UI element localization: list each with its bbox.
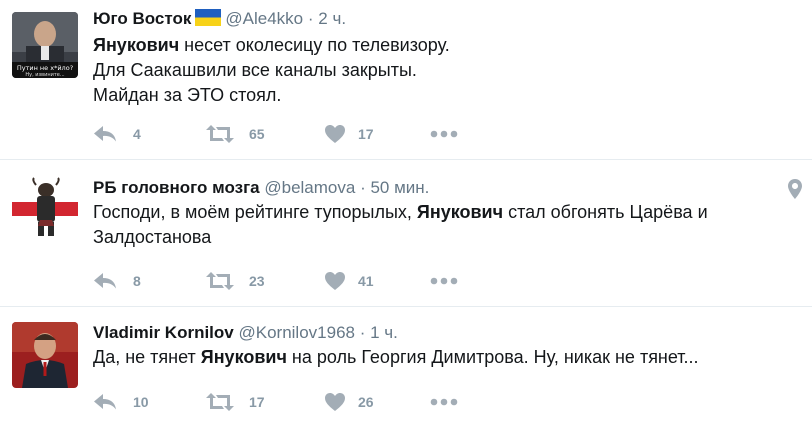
tweet-content: РБ головного мозга @belamova · 50 мин. Г… bbox=[93, 177, 796, 250]
location-pin-icon[interactable] bbox=[788, 179, 802, 204]
avatar-caption-2: Ну, извините... bbox=[25, 72, 65, 78]
tweet-text-line: Да, не тянет Янукович на роль Георгия Ди… bbox=[93, 345, 796, 370]
text-segment: на роль Георгия Димитрова. Ну, никак не … bbox=[286, 347, 699, 367]
tweet-text: Да, не тянет Янукович на роль Георгия Ди… bbox=[93, 345, 796, 370]
like-button[interactable]: 26 bbox=[324, 390, 374, 414]
avatar[interactable]: Путин не х*йло? Ну, извините... bbox=[12, 12, 78, 78]
tweet[interactable]: Vladimir Kornilov @Kornilov1968 · 1 ч. Д… bbox=[0, 308, 812, 428]
like-count: 41 bbox=[358, 273, 374, 289]
separator-dot: · bbox=[307, 9, 314, 28]
retweet-icon bbox=[206, 125, 234, 143]
reply-button[interactable]: 8 bbox=[93, 269, 141, 293]
user-handle[interactable]: @belamova bbox=[264, 178, 355, 197]
text-segment: несет околесицу по телевизору. bbox=[179, 35, 450, 55]
user-handle[interactable]: @Ale4kko bbox=[225, 9, 303, 28]
user-fullname[interactable]: РБ головного мозга bbox=[93, 178, 260, 197]
heart-icon bbox=[325, 272, 345, 290]
avatar-image: Путин не х*йло? Ну, извините... bbox=[12, 12, 78, 78]
tweet-text-line: Для Саакашвили все каналы закрыты. bbox=[93, 58, 796, 83]
tweet-content: Юго Восток @Ale4kko · 2 ч. Янукович несет… bbox=[93, 8, 796, 108]
avatar-image bbox=[12, 322, 78, 388]
reply-button[interactable]: 4 bbox=[93, 122, 141, 146]
more-dots-icon bbox=[430, 398, 458, 406]
separator-dot: · bbox=[360, 178, 366, 197]
text-segment: Для Саакашвили все каналы закрыты. bbox=[93, 60, 417, 80]
retweet-icon bbox=[206, 393, 234, 411]
text-segment: стал обгонять Царёва и bbox=[503, 202, 708, 222]
ukraine-flag-icon bbox=[195, 9, 222, 32]
like-count: 26 bbox=[358, 394, 374, 410]
user-fullname[interactable]: Юго Восток bbox=[93, 9, 191, 28]
retweet-count: 17 bbox=[249, 394, 265, 410]
tweet-header: Vladimir Kornilov @Kornilov1968 · 1 ч. bbox=[93, 322, 796, 344]
avatar[interactable] bbox=[12, 176, 78, 242]
reply-count: 10 bbox=[133, 394, 149, 410]
tweet-text-line: Залдостанова bbox=[93, 225, 796, 250]
more-dots-icon bbox=[430, 277, 458, 285]
highlight-keyword: Янукович bbox=[200, 347, 287, 367]
more-button[interactable] bbox=[430, 122, 458, 146]
separator-dot: · bbox=[359, 323, 366, 342]
reply-button[interactable]: 10 bbox=[93, 390, 149, 414]
text-segment: Майдан за ЭТО стоял. bbox=[93, 85, 282, 105]
avatar-caption-1: Путин не х*йло? bbox=[17, 64, 73, 72]
text-segment: Да, не тянет bbox=[93, 347, 201, 367]
like-count: 17 bbox=[358, 126, 374, 142]
reply-count: 4 bbox=[133, 126, 141, 142]
highlight-keyword: Янукович bbox=[416, 202, 504, 222]
tweet[interactable]: РБ головного мозга @belamova · 50 мин. Г… bbox=[0, 161, 812, 307]
user-fullname[interactable]: Vladimir Kornilov bbox=[93, 323, 234, 342]
tweet-text: Янукович несет околесицу по телевизору. … bbox=[93, 33, 796, 108]
avatar-image bbox=[12, 176, 78, 242]
more-button[interactable] bbox=[430, 390, 458, 414]
reply-icon bbox=[94, 126, 116, 142]
tweet-content: Vladimir Kornilov @Kornilov1968 · 1 ч. Д… bbox=[93, 322, 796, 370]
user-handle[interactable]: @Kornilov1968 bbox=[238, 323, 355, 342]
heart-icon bbox=[325, 393, 345, 411]
tweet-feed: Путин не х*йло? Ну, извините... Юго Вост… bbox=[0, 0, 812, 428]
tweet-text-line: Янукович несет околесицу по телевизору. bbox=[93, 33, 796, 58]
retweet-button[interactable]: 23 bbox=[205, 269, 265, 293]
text-segment: Залдостанова bbox=[93, 227, 212, 247]
avatar[interactable] bbox=[12, 322, 78, 388]
tweet-header: РБ головного мозга @belamova · 50 мин. bbox=[93, 177, 796, 199]
like-button[interactable]: 41 bbox=[324, 269, 374, 293]
reply-icon bbox=[94, 394, 116, 410]
tweet-text: Господи, в моём рейтинге тупорылых, Янук… bbox=[93, 200, 796, 250]
tweet-text-line: Майдан за ЭТО стоял. bbox=[93, 83, 796, 108]
reply-count: 8 bbox=[133, 273, 141, 289]
retweet-button[interactable]: 17 bbox=[205, 390, 265, 414]
like-button[interactable]: 17 bbox=[324, 122, 374, 146]
tweet-timestamp[interactable]: 1 ч. bbox=[370, 323, 398, 342]
more-dots-icon bbox=[430, 130, 458, 138]
retweet-button[interactable]: 65 bbox=[205, 122, 265, 146]
tweet-header: Юго Восток @Ale4kko · 2 ч. bbox=[93, 8, 796, 32]
retweet-icon bbox=[206, 272, 234, 290]
tweet-timestamp[interactable]: 2 ч. bbox=[318, 9, 346, 28]
highlight-keyword: Янукович bbox=[93, 35, 180, 55]
tweet[interactable]: Путин не х*йло? Ну, извините... Юго Вост… bbox=[0, 0, 812, 160]
retweet-count: 23 bbox=[249, 273, 265, 289]
tweet-text-line: Господи, в моём рейтинге тупорылых, Янук… bbox=[93, 200, 796, 225]
text-segment: Господи, в моём рейтинге тупорылых, bbox=[93, 202, 417, 222]
tweet-timestamp[interactable]: 50 мин. bbox=[370, 178, 429, 197]
reply-icon bbox=[94, 273, 116, 289]
retweet-count: 65 bbox=[249, 126, 265, 142]
more-button[interactable] bbox=[430, 269, 458, 293]
heart-icon bbox=[325, 125, 345, 143]
